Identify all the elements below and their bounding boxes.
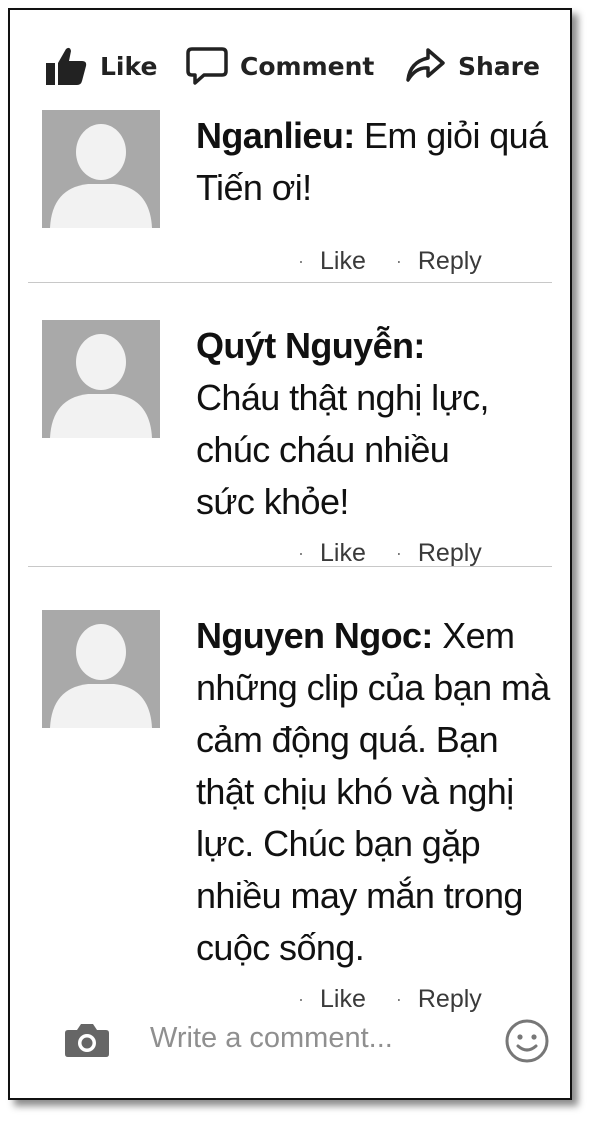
like-label: Like (100, 51, 158, 81)
separator-dot: · (298, 988, 304, 1009)
comment-panel: Like Comment Share Nganlieu: Em giỏi quá… (8, 8, 572, 1100)
default-avatar-icon[interactable] (42, 610, 160, 728)
share-arrow-icon (404, 46, 446, 86)
separator-dot: · (395, 542, 402, 563)
comment-button[interactable]: Comment (186, 38, 374, 94)
comment-text: Cháu thật nghị lực, chúc cháu nhiều sức … (196, 377, 489, 522)
comment-composer: Write a comment... (10, 1010, 570, 1070)
comment-text: Xem những clip của bạn mà cảm động quá. … (196, 615, 550, 968)
comment-like-link[interactable]: Like (320, 247, 366, 276)
comment-author[interactable]: Nguyen Ngoc: (196, 615, 433, 656)
comment-actions: · Like · Reply (298, 246, 482, 276)
comment-body: Quýt Nguyễn: Cháu thật nghị lực, chúc ch… (196, 320, 496, 528)
divider (28, 282, 552, 283)
like-button[interactable]: Like (44, 38, 157, 94)
separator-dot: · (395, 250, 402, 271)
comment-like-link[interactable]: Like (320, 539, 366, 568)
separator-dot: · (298, 542, 304, 563)
comment-body: Nganlieu: Em giỏi quá Tiến ơi! (196, 110, 556, 214)
comment-actions: · Like · Reply (298, 538, 482, 568)
default-avatar-icon[interactable] (42, 110, 160, 228)
separator-dot: · (395, 988, 402, 1009)
comment-reply-link[interactable]: Reply (418, 247, 482, 276)
comment-input[interactable]: Write a comment... (150, 1022, 393, 1055)
comment-author[interactable]: Quýt Nguyễn: (196, 325, 425, 366)
thumbs-up-icon (44, 46, 88, 86)
speech-bubble-icon (186, 46, 228, 86)
smiley-icon[interactable] (504, 1018, 550, 1069)
comment-reply-link[interactable]: Reply (418, 539, 482, 568)
separator-dot: · (298, 250, 304, 271)
default-avatar-icon[interactable] (42, 320, 160, 438)
action-bar: Like Comment Share (10, 38, 570, 94)
share-label: Share (458, 51, 540, 81)
share-button[interactable]: Share (404, 38, 540, 94)
comment-body: Nguyen Ngoc: Xem những clip của bạn mà c… (196, 610, 556, 974)
comment-author[interactable]: Nganlieu: (196, 115, 355, 156)
divider (28, 566, 552, 567)
comment-label: Comment (240, 51, 375, 81)
camera-icon[interactable] (64, 1022, 110, 1063)
